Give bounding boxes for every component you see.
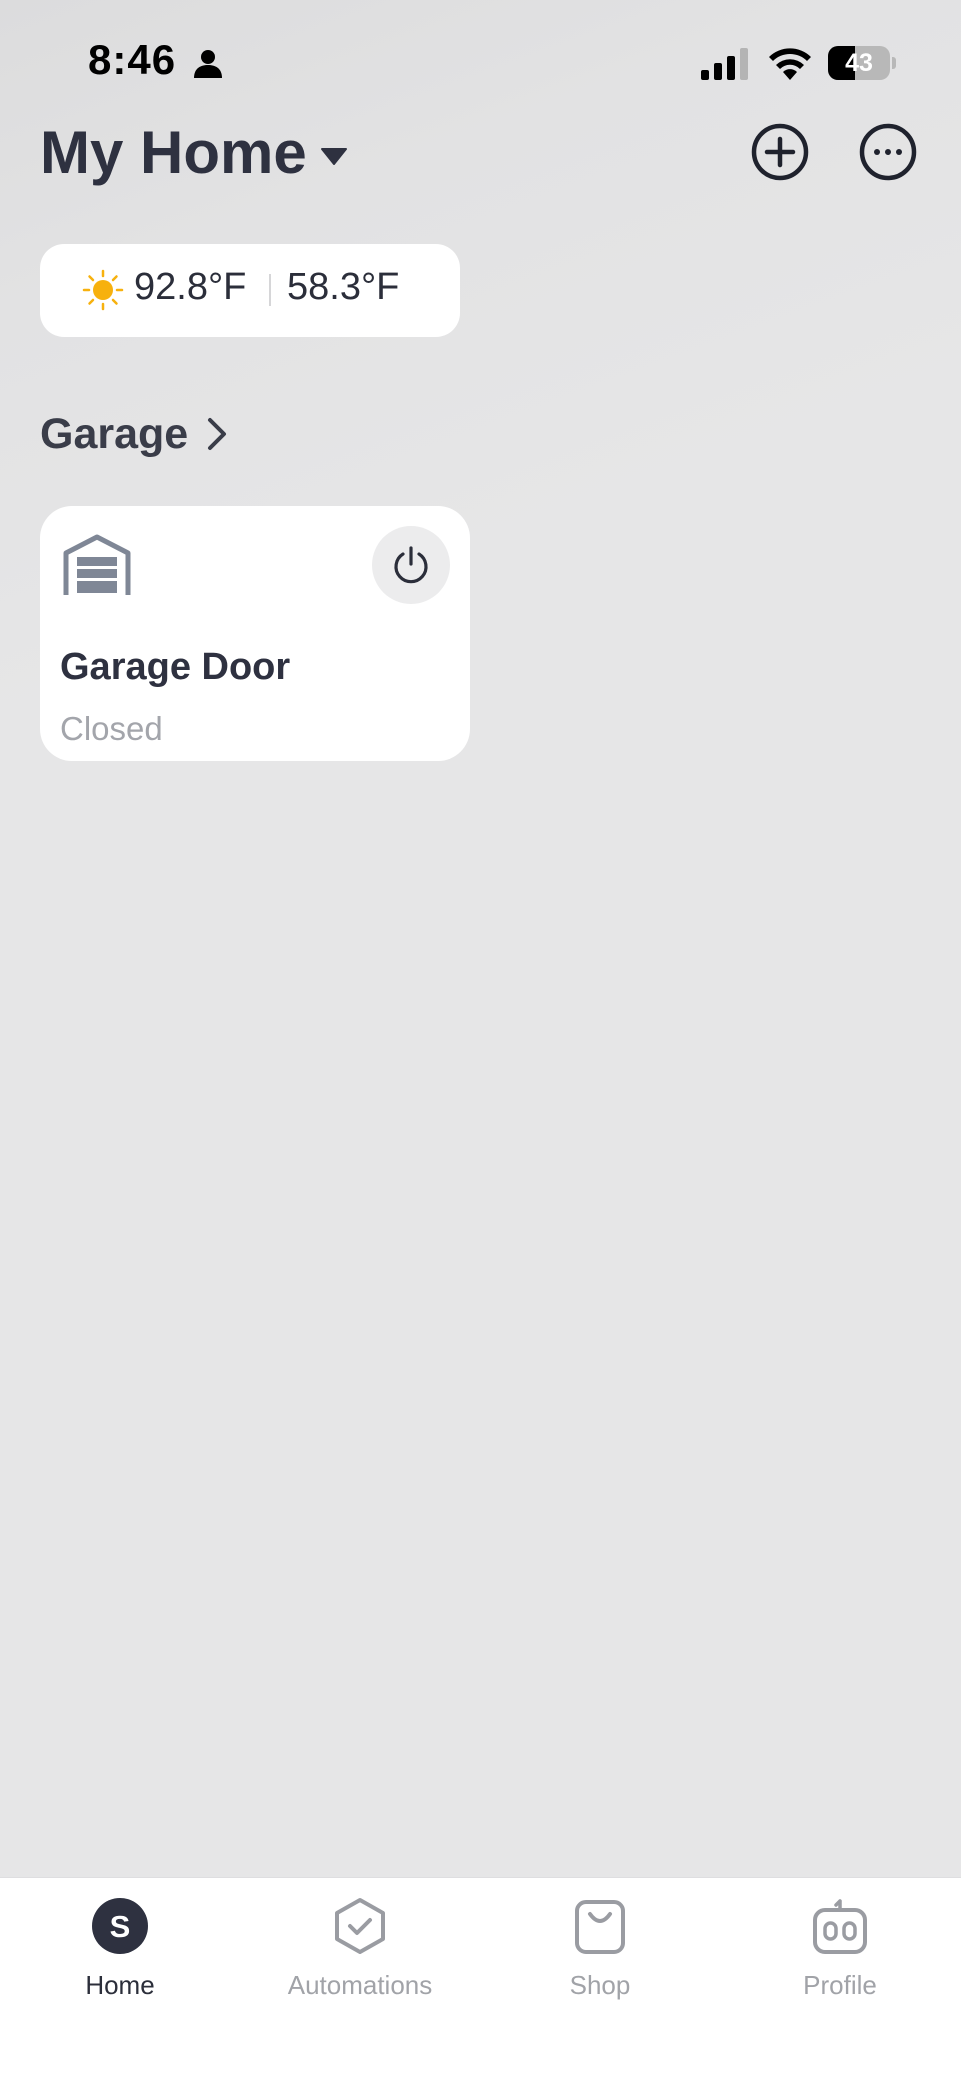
shop-bag-icon [575, 1900, 625, 1954]
device-name: Garage Door [60, 646, 291, 688]
tab-profile[interactable]: Profile [740, 1878, 940, 2028]
temperature-low: 58.3°F [287, 266, 400, 308]
status-bar: 8:46 43 [0, 0, 961, 110]
temperature-divider [269, 274, 271, 306]
more-options-button[interactable] [858, 122, 918, 182]
caret-down-icon[interactable] [320, 146, 348, 166]
device-card-garage-door[interactable]: Garage Door Closed [40, 506, 470, 761]
tab-automations[interactable]: Automations [260, 1878, 460, 2028]
room-header-garage[interactable]: Garage [40, 406, 228, 462]
power-button[interactable] [372, 526, 450, 604]
tab-label: Shop [569, 1970, 631, 2000]
battery-indicator: 43 [828, 46, 898, 80]
temperature-high: 92.8°F [134, 266, 247, 308]
garage-icon [63, 534, 131, 595]
tab-bar: S Home Automations Shop Profile [0, 1877, 961, 2081]
weather-card[interactable]: 92.8°F 58.3°F [40, 244, 460, 337]
tab-label: Profile [803, 1970, 877, 2000]
robot-profile-icon [813, 1899, 867, 1954]
battery-percent: 43 [845, 49, 873, 77]
add-button[interactable] [750, 122, 810, 182]
tab-label: Home [85, 1970, 155, 2000]
wifi-icon [769, 48, 811, 80]
sun-icon [82, 269, 124, 311]
home-s-icon: S [92, 1898, 148, 1954]
chevron-right-icon [208, 418, 227, 450]
power-icon [394, 546, 428, 584]
tab-label: Automations [287, 1970, 433, 2000]
cellular-signal-icon [701, 48, 748, 80]
device-status: Closed [60, 710, 163, 747]
status-time: 8:46 [88, 36, 177, 83]
room-title: Garage [40, 409, 189, 458]
tab-home[interactable]: S Home [20, 1878, 220, 2028]
tab-shop[interactable]: Shop [500, 1878, 700, 2028]
person-icon [194, 50, 222, 78]
home-selector-title[interactable]: My Home [40, 118, 307, 187]
automations-icon [335, 1898, 385, 1954]
svg-text:S: S [110, 1909, 131, 1944]
